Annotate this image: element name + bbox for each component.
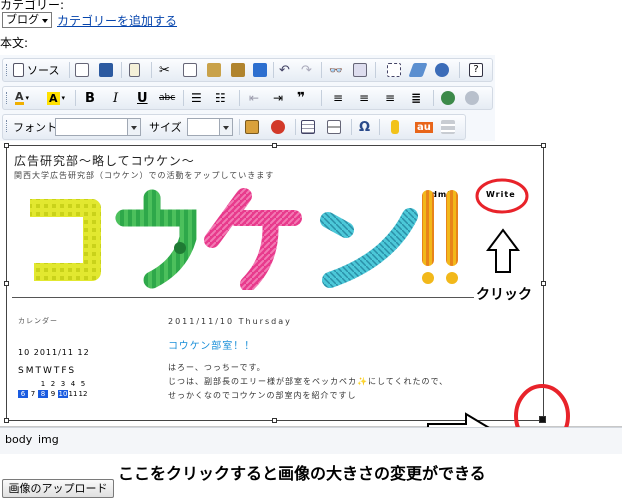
upload-image-button[interactable]: 画像のアップロード bbox=[2, 479, 114, 498]
up-arrow-icon bbox=[486, 228, 520, 273]
element-path-bar bbox=[0, 427, 622, 454]
click-annotation-label: クリック bbox=[476, 287, 532, 303]
path-body-link[interactable]: body bbox=[5, 433, 32, 446]
path-img-link[interactable]: img bbox=[38, 433, 59, 446]
annotation-overlay bbox=[427, 178, 570, 452]
instruction-caption: ここをクリックすると画像の大きさの変更ができる bbox=[118, 464, 486, 483]
write-circle-annotation bbox=[475, 178, 529, 214]
